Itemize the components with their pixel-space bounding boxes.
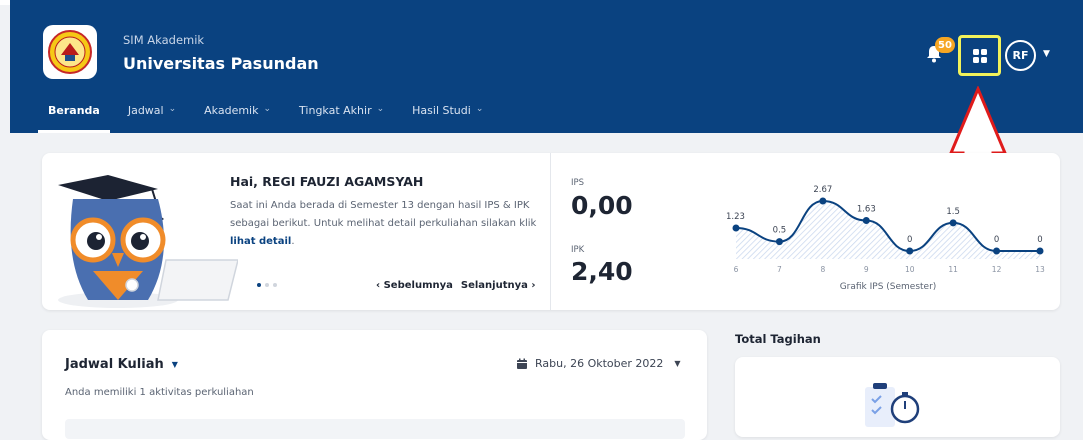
carousel-controls: ‹ Sebelumnya Selanjutnya › bbox=[376, 280, 536, 291]
carousel-indicator bbox=[257, 283, 277, 287]
chevron-down-icon: ⌄ bbox=[475, 104, 484, 114]
x-tick-label: 11 bbox=[948, 265, 958, 274]
welcome-card: Hai, REGI FAUZI AGAMSYAH Saat ini Anda b… bbox=[42, 153, 1060, 310]
stopwatch-illustration bbox=[865, 383, 920, 427]
data-label: 0.5 bbox=[773, 226, 787, 236]
ips-value: 0,00 bbox=[571, 191, 633, 220]
x-tick-label: 12 bbox=[992, 265, 1002, 274]
ipk-value: 2,40 bbox=[571, 257, 633, 286]
date-selector[interactable]: Rabu, 26 Oktober 2022 ▼ bbox=[516, 357, 681, 370]
x-axis-label: Grafik IPS (Semester) bbox=[840, 282, 937, 292]
x-tick-label: 7 bbox=[777, 265, 782, 274]
nav-label: Beranda bbox=[48, 104, 100, 117]
jadwal-title-text: Jadwal Kuliah bbox=[65, 357, 164, 372]
x-tick-label: 6 bbox=[734, 265, 739, 274]
card-divider bbox=[550, 153, 551, 310]
carousel-dot[interactable] bbox=[273, 283, 277, 287]
app-subtitle: SIM Akademik bbox=[123, 33, 205, 47]
carousel-dot[interactable] bbox=[265, 283, 269, 287]
semester-description: Saat ini Anda berada di Semester 13 deng… bbox=[230, 197, 540, 251]
x-tick-label: 10 bbox=[905, 265, 915, 274]
apps-grid-icon bbox=[972, 48, 987, 63]
data-label: 2.67 bbox=[813, 185, 832, 195]
nav-jadwal[interactable]: Jadwal ⌄ bbox=[118, 104, 186, 133]
chevron-down-icon: ⌄ bbox=[263, 104, 272, 114]
data-label: 0 bbox=[1037, 235, 1042, 245]
chevron-down-icon: ⌄ bbox=[168, 104, 177, 114]
nav-tingkat-akhir[interactable]: Tingkat Akhir ⌄ bbox=[289, 104, 394, 133]
data-label: 1.63 bbox=[857, 204, 876, 214]
chart-point[interactable] bbox=[1036, 247, 1044, 255]
chart-point[interactable] bbox=[862, 216, 870, 224]
nav-label: Tingkat Akhir bbox=[299, 104, 372, 117]
nav-label: Hasil Studi bbox=[412, 104, 471, 117]
owl-mascot-illustration bbox=[58, 175, 238, 308]
detail-link[interactable]: lihat detail bbox=[230, 236, 291, 247]
chart-point[interactable] bbox=[949, 219, 957, 227]
main-nav: Beranda Jadwal ⌄ Akademik ⌄ Tingkat Akhir ⌄… bbox=[38, 104, 501, 133]
chart-point[interactable] bbox=[906, 247, 914, 255]
ips-chart: 1.23 6 0.5 7 2.67 8 1.63 9 0 10 1.5 11 0 12 0 13 Grafik … bbox=[726, 185, 1045, 292]
x-tick-label: 13 bbox=[1035, 265, 1045, 274]
app-title: Universitas Pasundan bbox=[123, 54, 319, 73]
description-suffix: . bbox=[291, 236, 295, 247]
data-label: 1.23 bbox=[726, 212, 745, 222]
ips-label: IPS bbox=[571, 178, 585, 188]
carousel-dot[interactable] bbox=[257, 283, 261, 287]
jadwal-title[interactable]: Jadwal Kuliah ▼ bbox=[65, 357, 178, 372]
description-text: Saat ini Anda berada di Semester 13 deng… bbox=[230, 200, 537, 229]
prev-button[interactable]: ‹ Sebelumnya bbox=[376, 280, 453, 291]
chart-point[interactable] bbox=[993, 247, 1001, 255]
date-text: Rabu, 26 Oktober 2022 bbox=[535, 357, 664, 370]
university-logo[interactable] bbox=[43, 25, 97, 79]
caret-down-icon[interactable]: ▼ bbox=[1043, 49, 1050, 59]
jadwal-subtitle: Anda memiliki 1 aktivitas perkuliahan bbox=[65, 387, 254, 398]
data-label: 1.5 bbox=[946, 207, 960, 217]
ipk-label: IPK bbox=[571, 245, 585, 255]
nav-hasil-studi[interactable]: Hasil Studi ⌄ bbox=[402, 104, 493, 133]
nav-akademik[interactable]: Akademik ⌄ bbox=[194, 104, 281, 133]
nav-beranda[interactable]: Beranda bbox=[38, 104, 110, 133]
chevron-down-icon: ⌄ bbox=[376, 104, 385, 114]
jadwal-list-placeholder bbox=[65, 419, 685, 439]
tagihan-title: Total Tagihan bbox=[735, 332, 821, 346]
x-tick-label: 9 bbox=[864, 265, 869, 274]
apps-grid-button[interactable] bbox=[958, 35, 1001, 76]
caret-down-icon: ▼ bbox=[674, 359, 681, 368]
chart-point[interactable] bbox=[819, 197, 827, 205]
x-tick-label: 8 bbox=[820, 265, 825, 274]
nav-label: Jadwal bbox=[127, 104, 164, 117]
data-label: 0 bbox=[994, 235, 999, 245]
nav-label: Akademik bbox=[204, 104, 259, 117]
greeting: Hai, REGI FAUZI AGAMSYAH bbox=[230, 174, 424, 189]
caret-down-icon: ▼ bbox=[171, 360, 178, 369]
user-avatar[interactable]: RF bbox=[1005, 40, 1036, 71]
data-label: 0 bbox=[907, 235, 912, 245]
chart-point[interactable] bbox=[732, 224, 740, 232]
calendar-icon bbox=[517, 358, 527, 369]
university-logo-emblem bbox=[48, 30, 92, 74]
notification-badge: 50 bbox=[935, 37, 955, 53]
tagihan-card bbox=[735, 357, 1060, 437]
chart-point[interactable] bbox=[775, 238, 783, 246]
next-button[interactable]: Selanjutnya › bbox=[461, 280, 536, 291]
